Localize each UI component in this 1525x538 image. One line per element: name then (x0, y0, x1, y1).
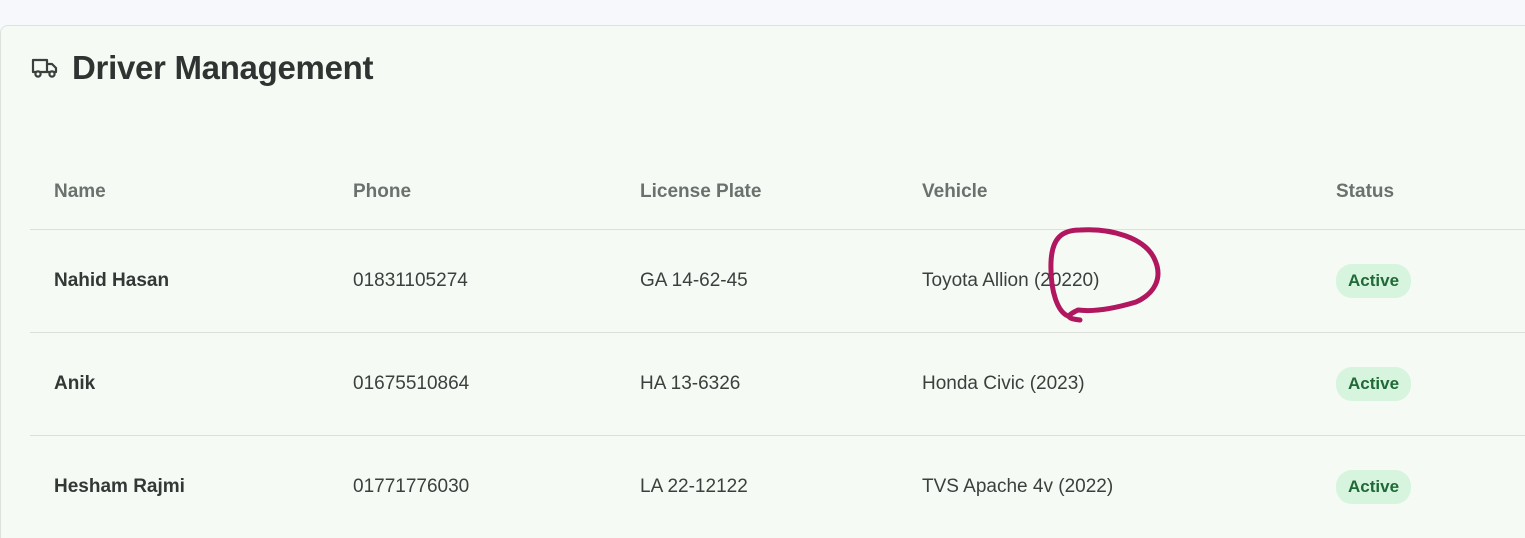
driver-status-cell: Active (1312, 229, 1525, 333)
driver-vehicle-cell: Honda Civic (2023) (898, 332, 1312, 436)
status-badge: Active (1336, 367, 1412, 401)
page-title: Driver Management (72, 49, 374, 86)
driver-phone-cell: 01675510864 (329, 332, 616, 436)
driver-vehicle-cell: TVS Apache 4v (2022) (922, 476, 1114, 497)
column-header-phone[interactable]: Phone (329, 155, 616, 230)
driver-name-cell: Hesham Rajmi (54, 476, 185, 497)
driver-name-cell: Nahid Hasan (30, 229, 329, 333)
column-header-status[interactable]: Status (1312, 155, 1525, 230)
driver-phone-cell: 01771776030 (353, 476, 470, 497)
column-header-license-plate[interactable]: License Plate (616, 155, 898, 230)
column-header-vehicle[interactable]: Vehicle (898, 155, 1312, 230)
driver-plate-cell: GA 14-62-45 (616, 229, 898, 333)
status-badge: Active (1336, 470, 1412, 504)
table-row[interactable]: Anik 01675510864 HA 13-6326 Honda Civic … (30, 332, 1525, 436)
table-row[interactable]: Hesham Rajmi 01771776030 LA 22-12122 TVS… (30, 436, 1525, 538)
driver-name-cell: Anik (30, 332, 329, 436)
top-bar (0, 0, 1525, 25)
drivers-table: Name Phone License Plate Vehicle Status … (30, 155, 1525, 538)
table-header-row: Name Phone License Plate Vehicle Status (30, 155, 1525, 230)
column-header-name[interactable]: Name (30, 155, 329, 230)
page-header: Driver Management (31, 48, 373, 88)
driver-plate-cell: LA 22-12122 (640, 476, 748, 497)
status-badge: Active (1336, 264, 1412, 298)
driver-status-cell: Active (1312, 332, 1525, 436)
driver-vehicle-cell: Toyota Allion (20220) (898, 229, 1312, 333)
driver-plate-cell: HA 13-6326 (616, 332, 898, 436)
driver-status-cell: Active (1312, 436, 1525, 538)
table-row[interactable]: Nahid Hasan 01831105274 GA 14-62-45 Toyo… (30, 229, 1525, 333)
driver-phone-cell: 01831105274 (329, 229, 616, 333)
truck-icon (31, 57, 59, 79)
